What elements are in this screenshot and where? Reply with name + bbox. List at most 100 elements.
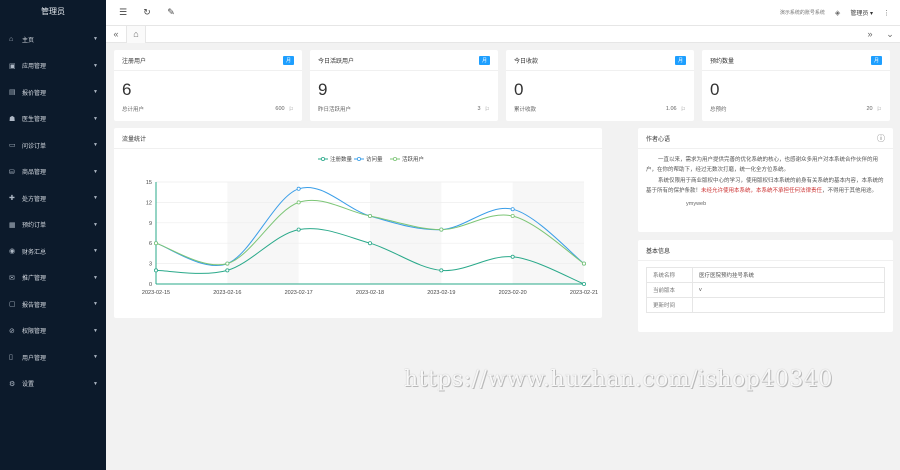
chevron-down-icon: ▼ (93, 221, 98, 228)
stat-foot-label: 昨日活跃用户 (318, 107, 352, 113)
flag-icon: ⚐ (680, 106, 686, 113)
stat-value: 0 (514, 80, 524, 99)
author-panel-title: 作者心语 (646, 136, 671, 143)
chevron-down-icon: ▼ (93, 142, 98, 149)
x-tick-label: 2023-02-18 (356, 290, 384, 296)
stat-card-active: 今日活跃用户 月 9 昨日活跃用户 3 ⚐ (310, 50, 498, 121)
sidebar-item-label: 权限管理 (22, 329, 47, 336)
sidebar-item-home[interactable]: ⌂ 主页 ▼ (0, 26, 106, 53)
chevron-down-icon: ▼ (93, 248, 98, 255)
sidebar-menu: ⌂ 主页 ▼ ▣ 应用管理 ▼ ▤ 报价管理 ▼ ☗ 医生管理 ▼ ▭ 问诊订单 ▼ ⛁ 商品管理 ▼ ✚ 处方管理 ▼… (0, 26, 106, 397)
finance-icon: ◉ (9, 248, 16, 256)
author-text: 一直以来，需求为用户提供完善的优化系统的核心，也感谢众多用户对本系统合作伙伴的用… (638, 149, 893, 215)
x-tick-label: 2023-02-21 (570, 290, 598, 296)
data-point (510, 214, 515, 219)
sidebar-item-consult[interactable]: ▭ 问诊订单 ▼ (0, 132, 106, 159)
sidebar-item-settings[interactable]: ⚙ 设置 ▼ (0, 371, 106, 398)
stat-title: 今日活跃用户 (318, 58, 355, 65)
watermark: https://www.huzhan.com/ishop40340 (404, 367, 833, 392)
theme-icon[interactable]: ◈ (835, 9, 840, 17)
system-info-key: 更新时间 (646, 297, 693, 313)
topbar: ☰ ↻ ✎ 演示系统的账号系统 ◈ 管理员 ▾ ⋮ (106, 0, 900, 26)
sidebar-item-finance[interactable]: ◉ 财务汇总 ▼ (0, 238, 106, 265)
system-info-panel: 基本信息 系统名称 医疗医院预约挂号系统 当前版本 v 更新时间 (638, 240, 893, 332)
data-point (296, 227, 301, 232)
data-point (296, 186, 301, 191)
system-info-value (692, 297, 885, 313)
stat-foot-value: 1.06 (665, 106, 677, 112)
sidebar-item-report[interactable]: ▢ 报告管理 ▼ (0, 291, 106, 318)
sidebar-item-label: 预约订单 (22, 223, 47, 230)
system-info-key: 当前版本 (646, 282, 693, 298)
traffic-chart-panel: 流量统计 0 3 6 9 12 15 2023-02-15 2023-02-16 2023-02… (114, 128, 602, 318)
x-tick-label: 2023-02-15 (142, 290, 170, 296)
sidebar-item-promo[interactable]: ✉ 推广管理 ▼ (0, 265, 106, 292)
sidebar-item-goods[interactable]: ⛁ 商品管理 ▼ (0, 159, 106, 186)
sidebar-item-label: 用户管理 (22, 355, 47, 362)
app-icon: ▣ (9, 62, 16, 70)
legend-label: 注册数量 (330, 155, 353, 163)
data-point (296, 200, 301, 205)
tab-bar: « ⌂ » ⌄ (106, 25, 900, 43)
data-point (225, 261, 230, 266)
more-icon[interactable]: ⋮ (883, 9, 890, 17)
tabs-dropdown-icon[interactable]: ⌄ (880, 29, 900, 40)
refresh-icon[interactable]: ↻ (140, 7, 154, 18)
stat-card-registered: 注册用户 月 6 总计用户 600 ⚐ (114, 50, 302, 121)
y-tick-label: 12 (146, 200, 152, 206)
table-row: 系统名称 医疗医院预约挂号系统 (646, 267, 885, 283)
account-link[interactable]: 演示系统的账号系统 (780, 9, 825, 16)
sidebar-item-label: 处方管理 (22, 196, 47, 203)
tabs-scroll-right-icon[interactable]: » (860, 29, 880, 40)
chevron-down-icon: ▼ (93, 115, 98, 122)
chevron-down-icon: ▼ (93, 89, 98, 96)
menu-toggle-icon[interactable]: ☰ (116, 7, 130, 18)
author-text-segment: ，不得用于其他用途。 (822, 188, 878, 194)
author-paragraph: 系统仅限用于商业版权中心的学习，使用版权归本系统的前身有关系统的基本内容，本系统… (646, 176, 885, 196)
sidebar-item-quote[interactable]: ▤ 报价管理 ▼ (0, 79, 106, 106)
consult-icon: ▭ (9, 142, 16, 150)
sidebar-item-prescription[interactable]: ✚ 处方管理 ▼ (0, 185, 106, 212)
author-paragraph: 一直以来，需求为用户提供完善的优化系统的核心，也感谢众多用户对本系统合作伙伴的用… (646, 157, 879, 173)
sidebar-item-appointment[interactable]: ▦ 预约订单 ▼ (0, 212, 106, 239)
sidebar-item-user[interactable]: ▯ 用户管理 ▼ (0, 344, 106, 371)
data-point (154, 268, 159, 273)
data-point (367, 241, 372, 246)
stat-value: 6 (122, 80, 132, 99)
data-point (225, 268, 230, 273)
chevron-down-icon: ▼ (93, 354, 98, 361)
tabs-scroll-left-icon[interactable]: « (106, 29, 126, 39)
author-signature: ymyweb (686, 201, 707, 207)
traffic-line-chart: 0 3 6 9 12 15 2023-02-15 2023-02-16 2023-02-17 20… (142, 155, 598, 296)
data-point (154, 241, 159, 246)
report-icon: ▢ (9, 301, 16, 309)
clean-cache-icon[interactable]: ✎ (164, 7, 178, 18)
tab-home-icon[interactable]: ⌂ (126, 25, 146, 43)
flag-icon: ⚐ (484, 106, 490, 113)
info-icon[interactable]: ⓘ (877, 133, 885, 144)
sidebar-item-label: 推广管理 (22, 276, 47, 283)
data-point (439, 268, 444, 273)
system-info-table: 系统名称 医疗医院预约挂号系统 当前版本 v 更新时间 (646, 267, 885, 313)
sidebar-item-app[interactable]: ▣ 应用管理 ▼ (0, 53, 106, 80)
permission-icon: ⊘ (9, 327, 15, 335)
sidebar-item-label: 应用管理 (22, 64, 47, 71)
sidebar-item-label: 商品管理 (22, 170, 47, 177)
admin-menu[interactable]: 管理员 ▾ (850, 8, 873, 17)
quote-icon: ▤ (9, 89, 16, 97)
x-tick-label: 2023-02-17 (285, 290, 313, 296)
sidebar-item-permission[interactable]: ⊘ 权限管理 ▼ (0, 318, 106, 345)
stat-foot-value: 600 (275, 106, 285, 112)
stat-badge: 月 (674, 55, 686, 65)
flag-icon: ⚐ (288, 106, 294, 113)
data-point (367, 214, 372, 219)
data-point (581, 261, 586, 266)
doctor-icon: ☗ (9, 115, 16, 123)
stat-value: 9 (318, 80, 328, 99)
sidebar-item-doctor[interactable]: ☗ 医生管理 ▼ (0, 106, 106, 133)
data-point (439, 227, 444, 232)
legend-label: 访问量 (366, 155, 383, 163)
stat-badge: 月 (282, 55, 294, 65)
home-icon: ⌂ (9, 35, 14, 43)
chevron-down-icon: ▼ (93, 195, 98, 202)
